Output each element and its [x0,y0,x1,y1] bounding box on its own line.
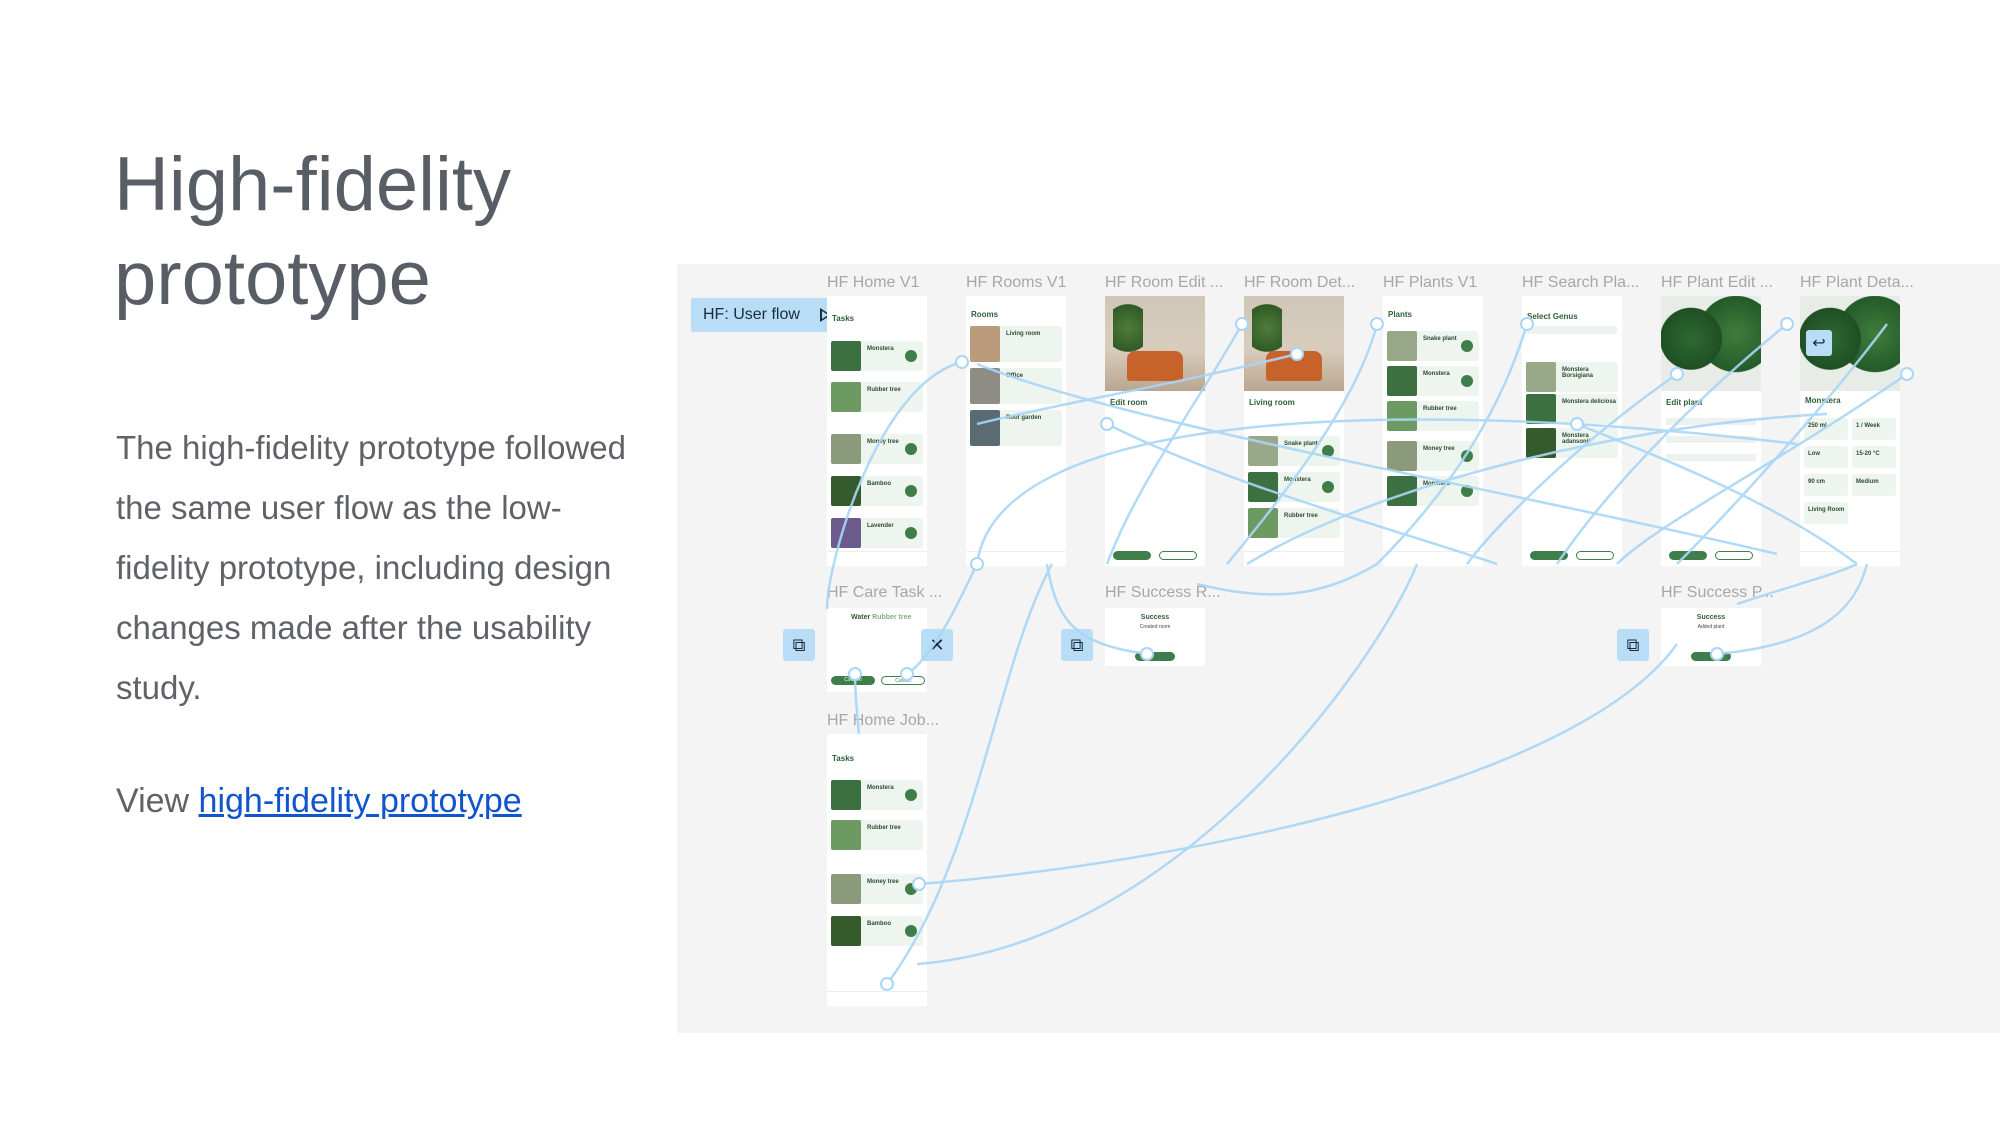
prototype-canvas: HF: User flow HF Home V1 HF Rooms V1 HF … [677,264,2000,1033]
prototype-link[interactable]: high-fidelity prototype [199,782,522,820]
view-prefix: View [116,782,199,820]
slide-body: The high-fidelity prototype followed the… [116,429,626,706]
prototype-connections [825,317,1914,991]
view-line: View high-fidelity prototype [116,782,522,821]
slide-title: High-fidelity prototype [114,142,512,321]
